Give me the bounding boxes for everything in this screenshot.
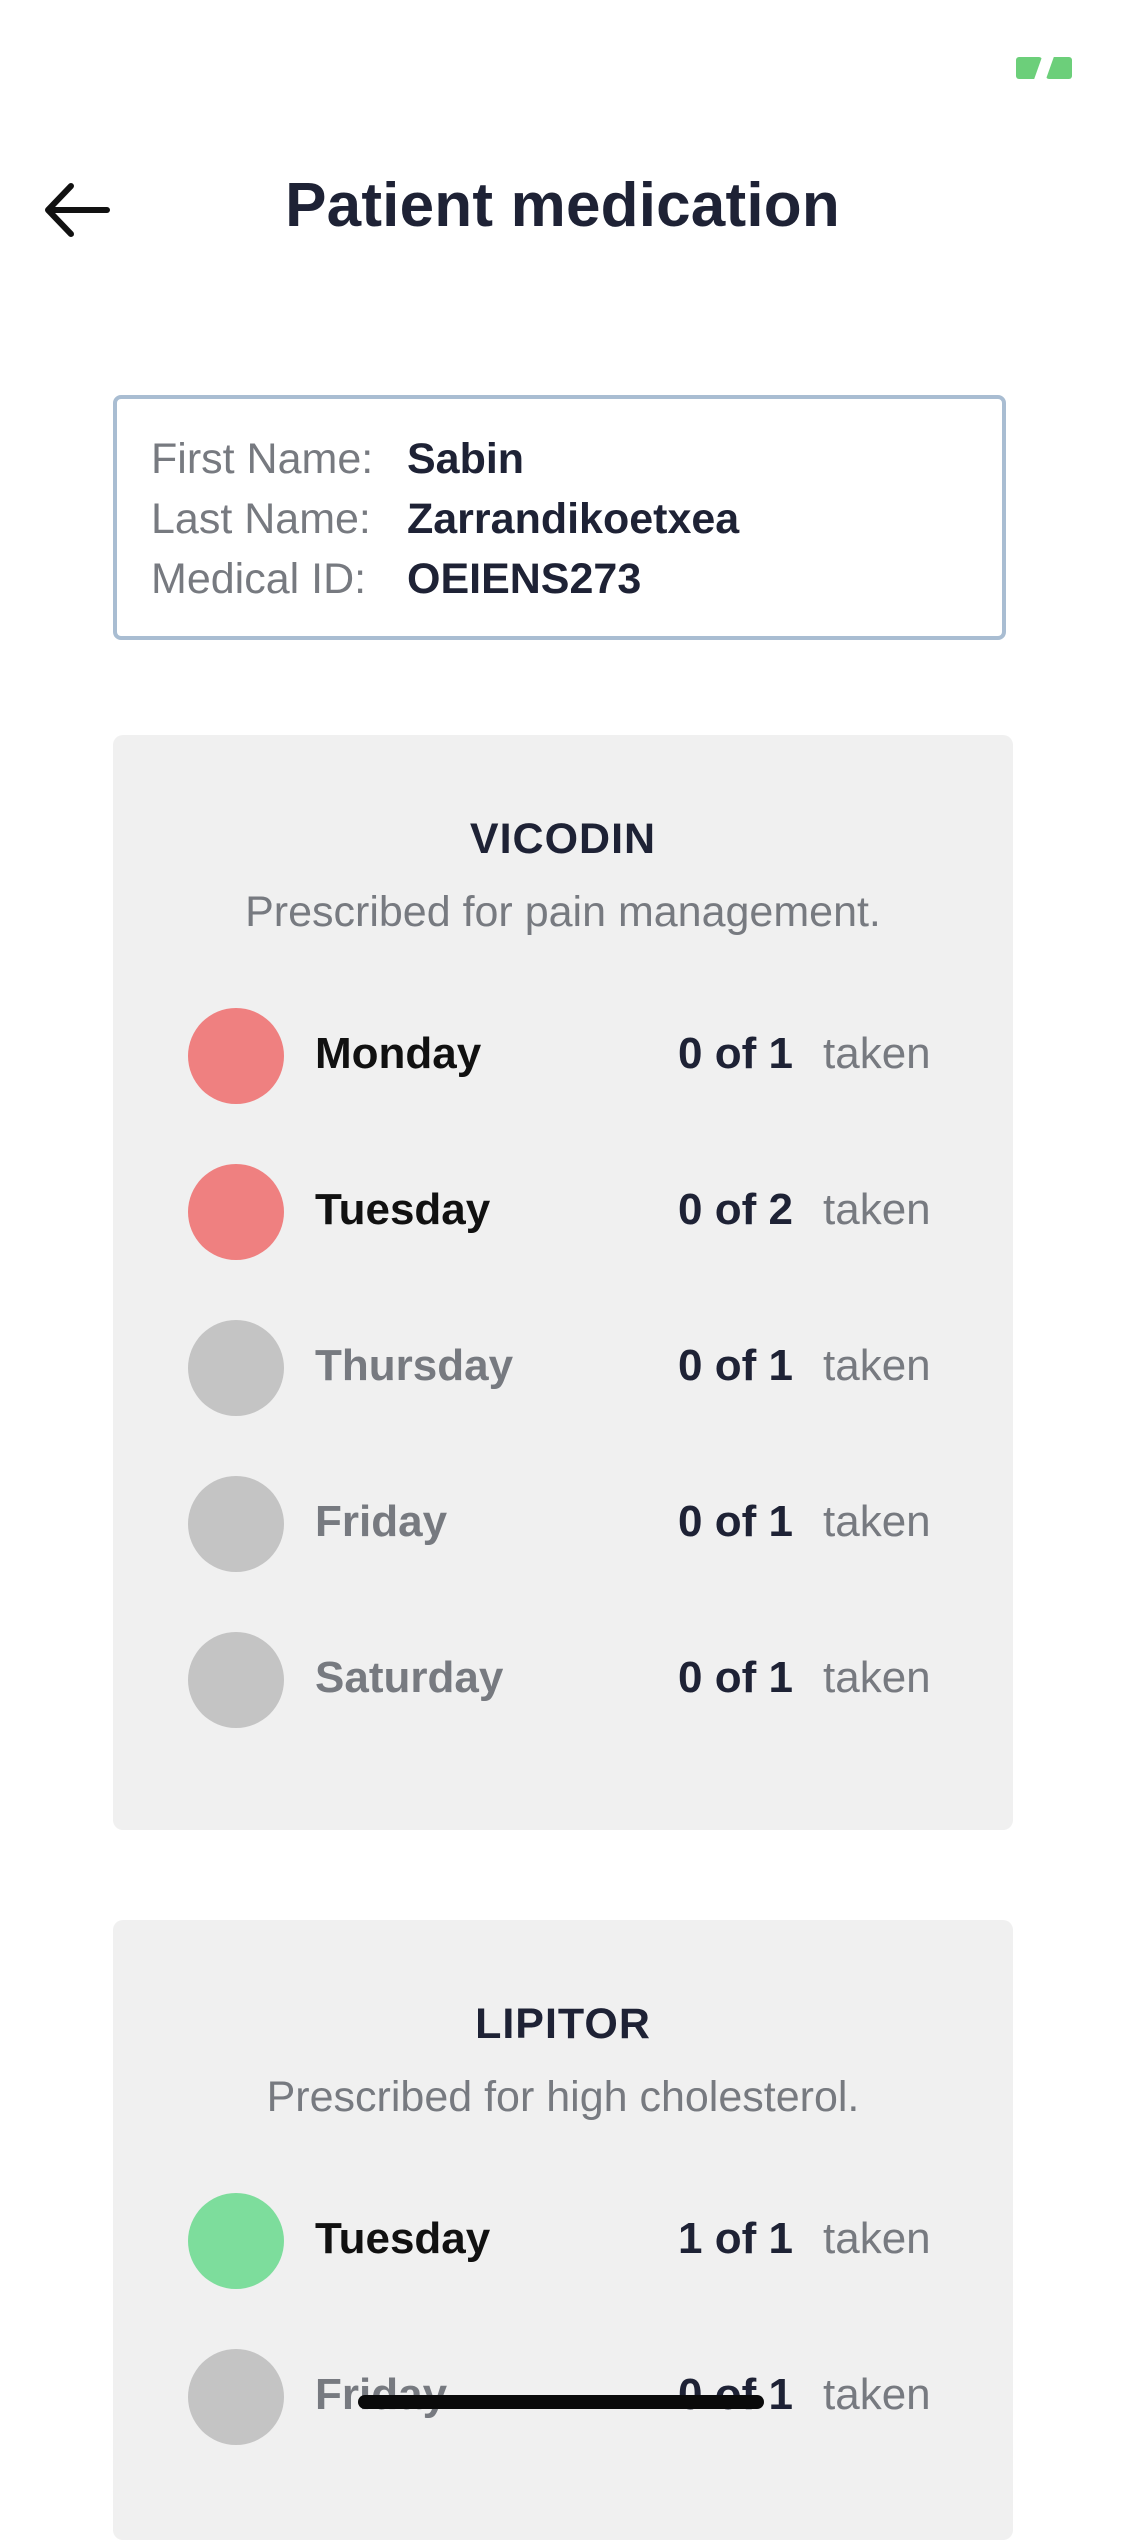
medical-id-label: Medical ID: [151, 554, 367, 603]
dose-status-dot [188, 1632, 284, 1728]
last-name-row: Last Name: Zarrandikoetxea [151, 489, 1002, 549]
dose-taken-label: taken [823, 1029, 931, 1078]
dose-count: 0 of 1 [678, 1497, 793, 1546]
dose-row-thursday[interactable]: Thursday 0 of 1 taken [113, 1317, 1013, 1417]
dose-taken-label: taken [823, 2214, 931, 2263]
medication-card-vicodin[interactable]: VICODIN Prescribed for pain management. … [113, 735, 1013, 1830]
medical-id-value: OEIENS273 [407, 554, 642, 603]
medication-card-lipitor[interactable]: LIPITOR Prescribed for high cholesterol.… [113, 1920, 1013, 2540]
dose-count: 1 of 1 [678, 2214, 793, 2263]
medical-id-row: Medical ID: OEIENS273 [151, 549, 1002, 609]
status-indicator-left [1016, 57, 1042, 79]
dose-status-dot [188, 1320, 284, 1416]
dose-count: 0 of 1 [678, 1341, 793, 1390]
last-name-value: Zarrandikoetxea [407, 494, 740, 543]
dose-day: Friday [315, 1497, 448, 1546]
status-indicator-right [1046, 57, 1072, 79]
home-indicator[interactable] [358, 2395, 764, 2409]
dose-status-dot [188, 1476, 284, 1572]
dose-row-monday[interactable]: Monday 0 of 1 taken [113, 1005, 1013, 1105]
dose-taken-label: taken [823, 1497, 931, 1546]
medication-description: Prescribed for high cholesterol. [266, 2073, 860, 2121]
patient-info-card: First Name: Sabin Last Name: Zarrandikoe… [113, 395, 1006, 640]
dose-status-dot [188, 1008, 284, 1104]
dose-row-tuesday[interactable]: Tuesday 1 of 1 taken [113, 2190, 1013, 2290]
dose-taken-label: taken [823, 1185, 931, 1234]
first-name-row: First Name: Sabin [151, 429, 1002, 489]
dose-taken-label: taken [823, 2370, 931, 2419]
dose-status-dot [188, 2193, 284, 2289]
last-name-label: Last Name: [151, 494, 371, 543]
dose-taken-label: taken [823, 1653, 931, 1702]
medication-name: LIPITOR [475, 2000, 651, 2048]
dose-status-dot [188, 2349, 284, 2445]
dose-day: Saturday [315, 1653, 504, 1702]
dose-row-saturday[interactable]: Saturday 0 of 1 taken [113, 1629, 1013, 1729]
dose-status-dot [188, 1164, 284, 1260]
medication-description: Prescribed for pain management. [245, 888, 881, 936]
dose-count: 0 of 2 [678, 1185, 793, 1234]
first-name-value: Sabin [407, 434, 525, 483]
page-title: Patient medication [285, 171, 840, 240]
dose-count: 0 of 1 [678, 1029, 793, 1078]
status-indicator-icon [1016, 57, 1072, 79]
dose-count: 0 of 1 [678, 1653, 793, 1702]
dose-day: Monday [315, 1029, 482, 1078]
first-name-label: First Name: [151, 434, 374, 483]
dose-row-tuesday[interactable]: Tuesday 0 of 2 taken [113, 1161, 1013, 1261]
dose-day: Thursday [315, 1341, 514, 1390]
dose-day: Tuesday [315, 2214, 491, 2263]
medication-name: VICODIN [469, 815, 657, 863]
page-header: Patient medication [0, 160, 1125, 260]
dose-day: Tuesday [315, 1185, 491, 1234]
dose-taken-label: taken [823, 1341, 931, 1390]
dose-row-friday[interactable]: Friday 0 of 1 taken [113, 1473, 1013, 1573]
